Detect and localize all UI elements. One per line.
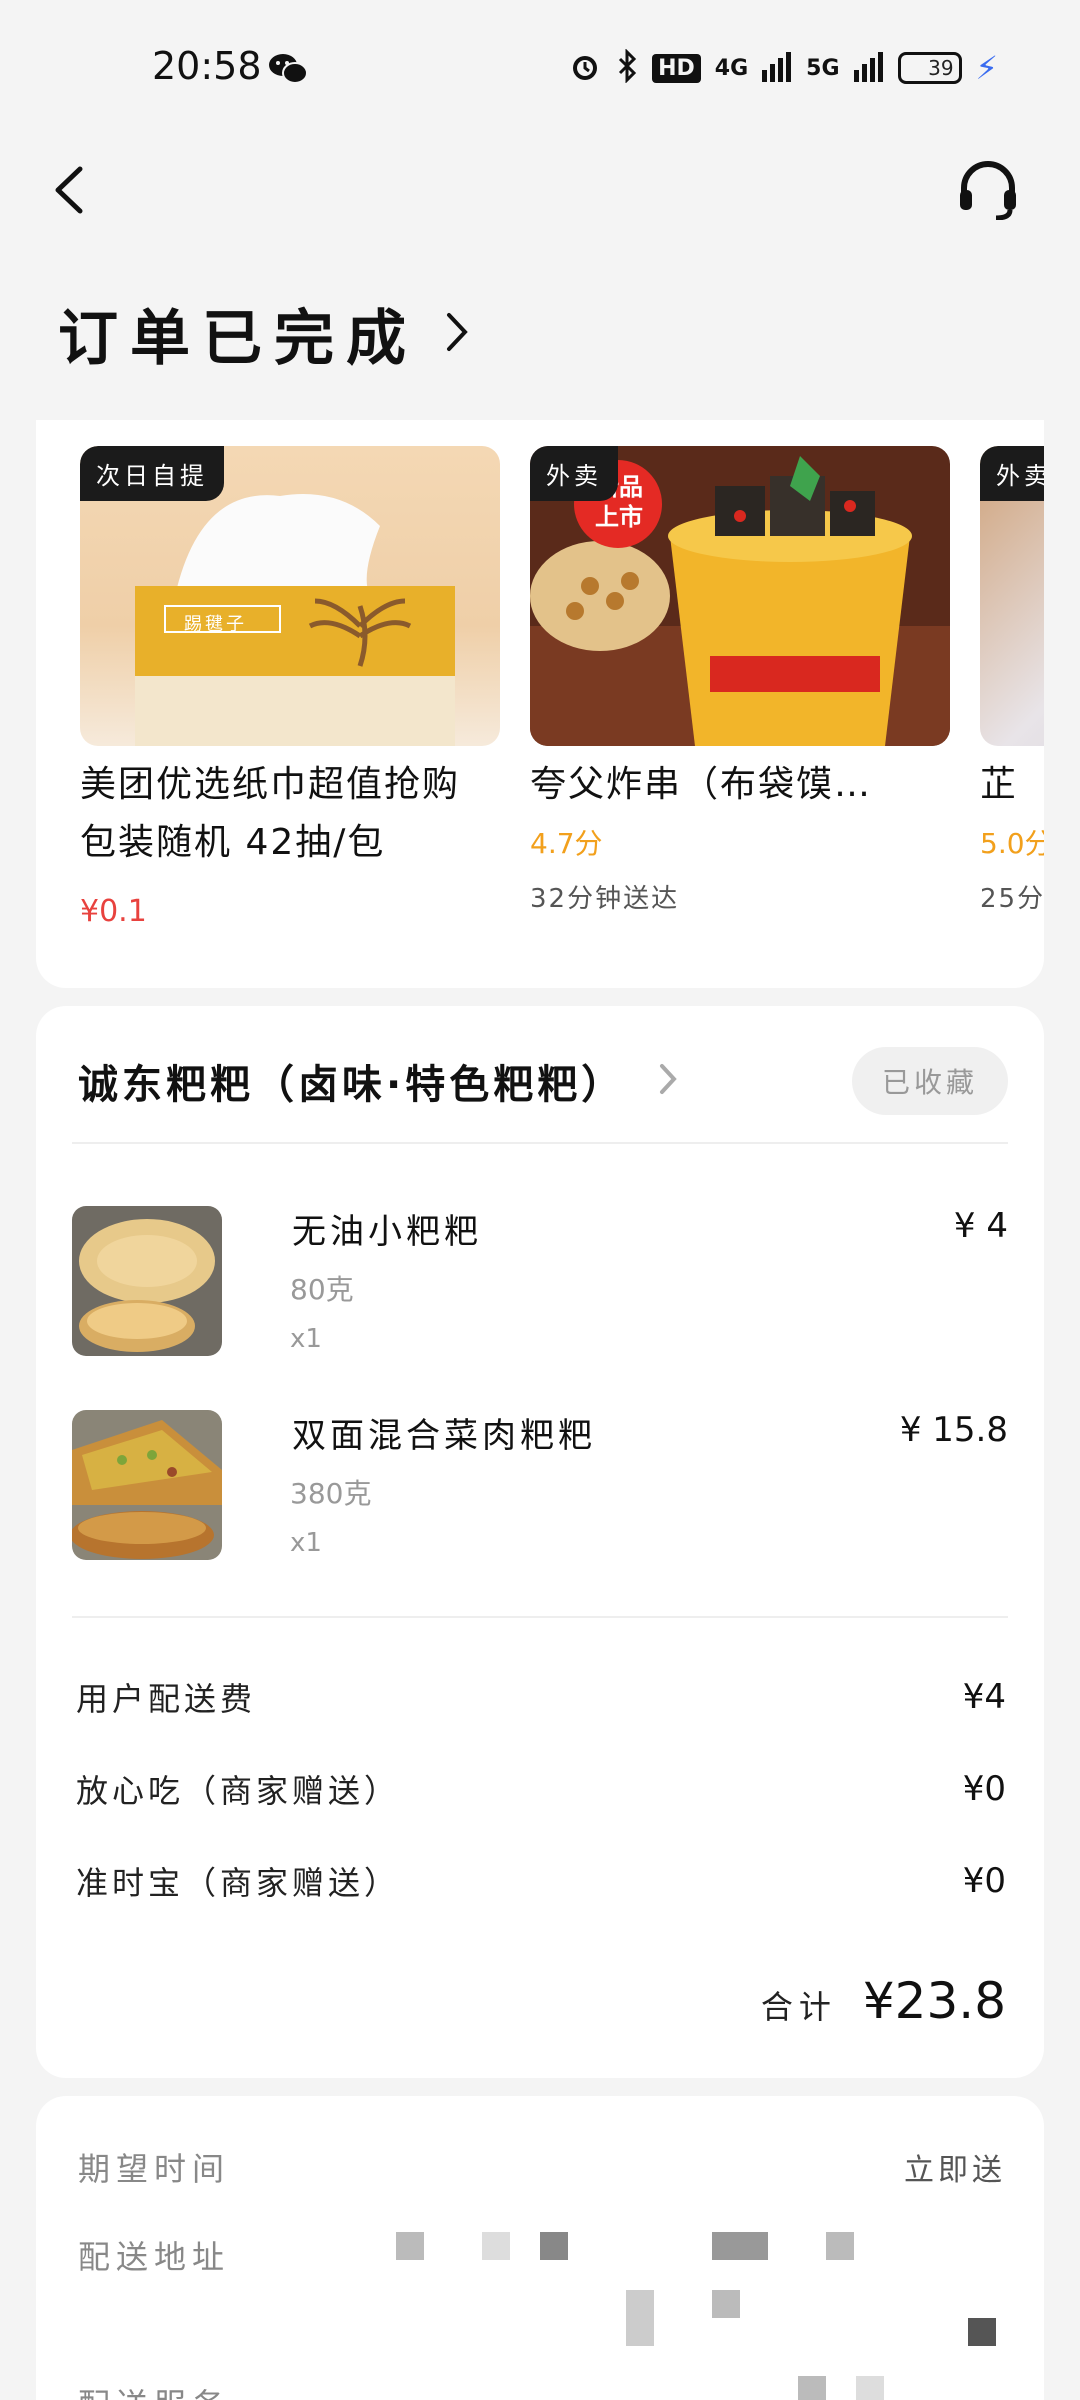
wechat-icon xyxy=(268,52,308,86)
fee-value: ¥0 xyxy=(962,1769,1006,1809)
service-label: 配送服务 xyxy=(78,2380,230,2400)
status-icons: HD 4G 5G 39 ⚡ xyxy=(568,48,998,88)
item-quantity: x1 xyxy=(290,1528,322,1558)
battery-level: 39 xyxy=(928,56,954,80)
back-button[interactable] xyxy=(52,152,112,232)
expected-time-label: 期望时间 xyxy=(78,2150,231,2188)
product-image: 新品 上市 外卖 xyxy=(530,446,950,746)
item-weight: 380克 xyxy=(290,1477,372,1510)
fee-row: 准时宝（商家赠送） ¥0 xyxy=(76,1856,1006,1906)
total-value: ¥23.8 xyxy=(862,1972,1006,2030)
charging-icon: ⚡ xyxy=(975,49,998,87)
divider xyxy=(72,1616,1008,1618)
signal-4g-label: 4G xyxy=(714,55,749,81)
delivery-type-badge: 外卖 xyxy=(530,446,618,501)
expected-time-value: 立即送 xyxy=(904,2153,1006,2188)
delivery-info-card: 期望时间 立即送 配送地址 配送服务 xyxy=(36,2096,1044,2400)
product-price: ¥0.1 xyxy=(80,894,147,929)
fee-value: ¥0 xyxy=(962,1861,1006,1901)
shop-name[interactable]: 诚东粑粑（卤味·特色粑粑） xyxy=(78,1052,625,1110)
customer-service-button[interactable] xyxy=(948,152,1028,232)
product-name: 芷 xyxy=(980,764,1019,805)
status-time: 20:58 xyxy=(152,44,262,88)
battery-icon: 39 xyxy=(897,52,962,84)
fee-label: 用户配送费 xyxy=(76,1680,257,1718)
alarm-icon xyxy=(568,49,602,87)
top-nav xyxy=(0,136,1080,256)
delivery-type-badge: 次日自提 xyxy=(80,446,224,501)
item-name: 无油小粑粑 xyxy=(292,1212,482,1252)
order-status-row[interactable]: 订单已完成 xyxy=(58,290,468,377)
fee-label: 放心吃（商家赠送） xyxy=(76,1772,401,1810)
shop-header: 诚东粑粑（卤味·特色粑粑） 已收藏 xyxy=(78,1046,1008,1116)
item-image xyxy=(72,1206,222,1356)
recommendation-item[interactable]: 新品 上市 外卖 夸父炸串（布袋馍… 4.7分 32分钟送达 xyxy=(530,446,950,929)
signal-bars-icon xyxy=(762,50,792,86)
item-price: ¥ 15.8 xyxy=(899,1410,1008,1450)
status-bar: 20:58 HD 4G 5G 39 ⚡ xyxy=(0,0,1080,136)
recommendation-list[interactable]: 踢毽子 次日自提 美团优选纸巾超值抢购 包装随机 42抽/包 ¥0.1 新品 上… xyxy=(80,446,1044,929)
item-price: ¥ 4 xyxy=(953,1206,1008,1246)
product-rating: 5.0分 xyxy=(980,827,1044,860)
total-label: 合计 xyxy=(760,1988,837,2026)
product-image: 踢毽子 次日自提 xyxy=(80,446,500,746)
service-row: 配送服务 xyxy=(78,2378,1006,2400)
item-name: 双面混合菜肉粑粑 xyxy=(292,1416,596,1456)
product-rating: 4.7分 xyxy=(530,827,603,860)
fee-row: 用户配送费 ¥4 xyxy=(76,1672,1006,1722)
item-weight: 80克 xyxy=(290,1273,354,1306)
headset-icon xyxy=(956,160,1020,224)
product-image-text: 踢毽子 xyxy=(184,614,247,635)
item-image xyxy=(72,1410,222,1560)
hd-label: HD xyxy=(652,53,701,83)
recommendation-card: 踢毽子 次日自提 美团优选纸巾超值抢购 包装随机 42抽/包 ¥0.1 新品 上… xyxy=(36,420,1044,988)
delivery-eta: 25分 xyxy=(980,884,1044,914)
recommendation-item[interactable]: 外卖 芷 5.0分 25分 xyxy=(980,446,1044,929)
chevron-left-icon xyxy=(52,165,84,219)
recommendation-item[interactable]: 踢毽子 次日自提 美团优选纸巾超值抢购 包装随机 42抽/包 ¥0.1 xyxy=(80,446,500,929)
order-item[interactable]: 无油小粑粑 80克 x1 ¥ 4 xyxy=(72,1206,1008,1356)
divider xyxy=(72,1142,1008,1144)
expected-time-row: 期望时间 立即送 xyxy=(78,2142,1006,2192)
product-image: 外卖 xyxy=(980,446,1044,746)
item-quantity: x1 xyxy=(290,1324,322,1354)
chevron-right-icon xyxy=(446,312,468,356)
fee-row: 放心吃（商家赠送） ¥0 xyxy=(76,1764,1006,1814)
total-row: 合计 ¥23.8 xyxy=(761,1972,1006,2030)
fee-value: ¥4 xyxy=(962,1677,1006,1717)
order-detail-card: 诚东粑粑（卤味·特色粑粑） 已收藏 无油小粑粑 80克 x1 ¥ 4 双面混合菜… xyxy=(36,1006,1044,2078)
order-item[interactable]: 双面混合菜肉粑粑 380克 x1 ¥ 15.8 xyxy=(72,1410,1008,1560)
signal-5g-label: 5G xyxy=(806,55,840,81)
delivery-type-badge: 外卖 xyxy=(980,446,1044,501)
bluetooth-icon xyxy=(616,48,638,87)
address-label: 配送地址 xyxy=(78,2238,231,2276)
product-name: 美团优选纸巾超值抢购 包装随机 42抽/包 xyxy=(80,764,461,863)
chevron-right-icon[interactable] xyxy=(659,1063,677,1099)
order-status-title: 订单已完成 xyxy=(58,304,418,374)
fee-label: 准时宝（商家赠送） xyxy=(76,1864,401,1902)
favorite-button[interactable]: 已收藏 xyxy=(851,1047,1008,1115)
signal-bars-icon xyxy=(853,50,884,86)
product-name: 夸父炸串（布袋馍… xyxy=(530,764,873,805)
delivery-eta: 32分钟送达 xyxy=(530,884,680,914)
